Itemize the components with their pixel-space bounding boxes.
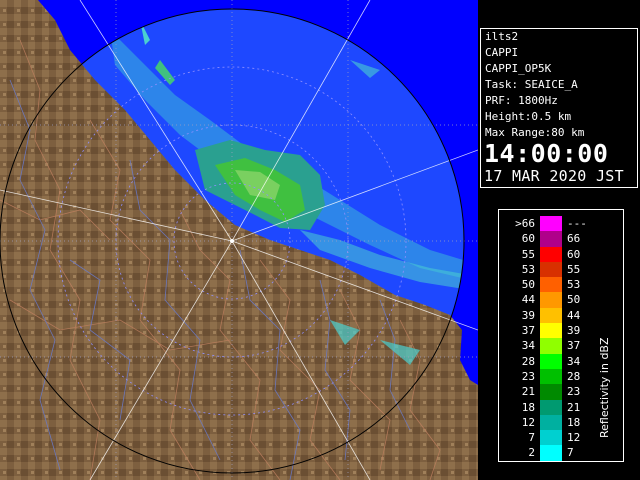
observation-time: 14:00:00 bbox=[484, 139, 609, 168]
legend-min-value: 23 bbox=[521, 369, 535, 383]
legend-min-value: 2 bbox=[528, 446, 535, 460]
legend-color-swatch bbox=[540, 261, 562, 278]
legend-color-swatch bbox=[540, 368, 562, 385]
observation-date: 17 MAR 2020 JST bbox=[484, 167, 624, 185]
legend-max-value: 37 bbox=[567, 339, 581, 353]
legend-color-swatch bbox=[540, 292, 562, 308]
legend-max-value: 44 bbox=[567, 308, 581, 322]
legend-min-value: 39 bbox=[521, 308, 535, 322]
legend-color-swatch bbox=[540, 399, 562, 415]
legend-max-value: 55 bbox=[567, 262, 581, 276]
legend-max-value: 39 bbox=[567, 324, 581, 338]
legend-min-value: 34 bbox=[521, 339, 535, 353]
legend-color-swatch bbox=[540, 231, 562, 247]
legend-color-swatch bbox=[540, 216, 562, 232]
legend-color-swatch bbox=[540, 384, 562, 400]
legend-min-value: 28 bbox=[521, 354, 535, 368]
radar-info-panel: ilts2 CAPPI CAPPI_OP5K Task: SEAICE_A PR… bbox=[480, 28, 638, 188]
legend-unit-label: Reflectivity in dBZ bbox=[598, 337, 611, 438]
legend-max-value: 21 bbox=[567, 400, 581, 414]
legend-color-swatch bbox=[540, 414, 562, 431]
legend-color-swatch bbox=[540, 445, 562, 461]
legend-max-value: 12 bbox=[567, 431, 581, 445]
legend-min-value: 37 bbox=[521, 324, 535, 338]
legend-color-swatch bbox=[540, 323, 562, 339]
legend-min-value: 21 bbox=[521, 385, 535, 399]
legend-max-value: 50 bbox=[567, 293, 581, 307]
legend-min-value: 44 bbox=[521, 293, 535, 307]
legend-max-value: 66 bbox=[567, 232, 581, 246]
site-name: ilts2 bbox=[485, 30, 519, 43]
legend-color-swatch bbox=[540, 338, 562, 354]
legend-color-swatch bbox=[540, 353, 562, 369]
product-type: CAPPI bbox=[485, 46, 519, 59]
legend-min-value: 12 bbox=[521, 415, 535, 429]
legend-max-value: 7 bbox=[567, 446, 574, 460]
legend-max-value: 53 bbox=[567, 278, 581, 292]
legend-color-swatch bbox=[540, 246, 562, 262]
height-value: Height:0.5 km bbox=[485, 110, 572, 123]
legend-max-value: 28 bbox=[567, 369, 581, 383]
legend-max-value: 60 bbox=[567, 247, 581, 261]
radar-map[interactable] bbox=[0, 0, 478, 480]
prf-value: PRF: 1800Hz bbox=[485, 94, 558, 107]
legend-color-swatch bbox=[540, 307, 562, 324]
legend-max-value: 23 bbox=[567, 385, 581, 399]
radar-site-marker bbox=[230, 239, 234, 243]
legend-max-value: 34 bbox=[567, 354, 581, 368]
legend-min-value: 60 bbox=[521, 232, 535, 246]
legend-min-value: 53 bbox=[521, 262, 535, 276]
reflectivity-legend: >66 --- 60 66 55 60 53 55 50 53 44 50 39 44 37 39 34 37 28… bbox=[498, 209, 624, 462]
legend-min-value: 7 bbox=[528, 431, 535, 445]
legend-color-swatch bbox=[540, 277, 562, 293]
legend-max-value: --- bbox=[567, 217, 587, 230]
legend-min-value: 18 bbox=[521, 400, 535, 414]
legend-min-value: 55 bbox=[521, 247, 535, 261]
legend-color-swatch bbox=[540, 430, 562, 446]
task-name: Task: SEAICE_A bbox=[485, 78, 578, 91]
legend-max-value: 18 bbox=[567, 415, 581, 429]
legend-min-value: >66 bbox=[515, 217, 535, 230]
legend-min-value: 50 bbox=[521, 278, 535, 292]
product-name: CAPPI_OP5K bbox=[485, 62, 552, 75]
